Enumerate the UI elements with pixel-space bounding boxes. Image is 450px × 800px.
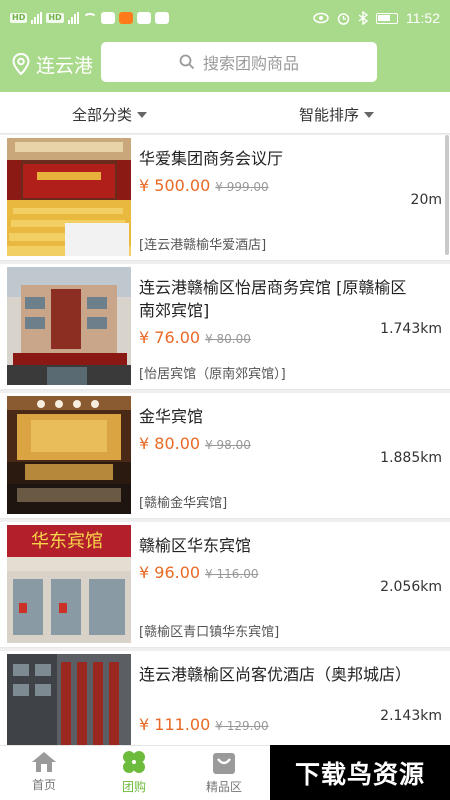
listing-name: 华爱集团商务会议厅 xyxy=(139,149,284,168)
tab-home-label: 首页 xyxy=(31,778,56,792)
clover-icon xyxy=(123,751,145,773)
clock: 11:52 xyxy=(406,10,440,26)
status-right: 11:52 xyxy=(313,10,440,26)
bag-icon xyxy=(213,753,235,774)
network-chip-2: HD xyxy=(46,13,64,23)
tab-home[interactable]: 首页 xyxy=(14,750,74,793)
listing-address: [赣榆区青口镇华东宾馆] xyxy=(139,625,280,640)
network-chip: HD xyxy=(10,13,28,23)
list-item[interactable]: 华爱集团商务会议厅 ¥ 500.00 ¥ 999.00 20m [连云港赣榆华爱… xyxy=(0,135,450,261)
location-pin-icon xyxy=(12,53,30,75)
category-filter[interactable]: 全部分类 xyxy=(72,104,148,125)
original-price: ¥ 116.00 xyxy=(205,567,259,581)
listing-thumbnail xyxy=(7,267,131,385)
price-row: ¥ 96.00 ¥ 116.00 xyxy=(139,563,259,582)
watermark: 下载鸟资源 xyxy=(270,745,450,800)
deal-list: 华爱集团商务会议厅 ¥ 500.00 ¥ 999.00 20m [连云港赣榆华爱… xyxy=(0,135,450,745)
signal-icon xyxy=(31,12,43,24)
deal-price: ¥ 76.00 xyxy=(139,328,201,347)
price-row: ¥ 111.00 ¥ 129.00 xyxy=(139,715,269,734)
distance: 1.743km xyxy=(380,321,442,337)
original-price: ¥ 98.00 xyxy=(205,438,251,452)
tab-groupbuy-label: 团购 xyxy=(121,780,146,794)
price-row: ¥ 76.00 ¥ 80.00 xyxy=(139,328,251,347)
penguin-app-icon xyxy=(154,12,169,24)
listing-name: 赣榆区华东宾馆 xyxy=(139,536,252,555)
distance: 1.885km xyxy=(380,450,442,466)
listing-thumbnail xyxy=(7,396,131,514)
price-row: ¥ 80.00 ¥ 98.00 xyxy=(139,434,251,453)
conference-hall-image xyxy=(7,138,131,256)
search-input[interactable]: 搜索团购商品 xyxy=(101,42,377,82)
dropdown-arrow-icon xyxy=(364,111,375,118)
filter-bar: 全部分类 智能排序 xyxy=(0,92,450,134)
listing-address: [赣榆金华宾馆] xyxy=(139,496,228,511)
deal-price: ¥ 96.00 xyxy=(139,563,201,582)
listing-address: [连云港赣榆华爱酒店] xyxy=(139,238,267,253)
status-bar: HD HD 11:52 xyxy=(0,0,450,36)
sort-filter-label: 智能排序 xyxy=(299,106,360,124)
hotel-sign-text: 华东宾馆 xyxy=(31,531,103,552)
original-price: ¥ 999.00 xyxy=(215,180,269,194)
alarm-icon xyxy=(337,12,350,25)
dropdown-arrow-icon xyxy=(137,111,148,118)
category-filter-label: 全部分类 xyxy=(72,106,133,124)
list-item[interactable]: 连云港赣榆区怡居商务宾馆 [原赣榆区南郊宾馆] ¥ 76.00 ¥ 80.00 … xyxy=(0,264,450,390)
deal-price: ¥ 80.00 xyxy=(139,434,201,453)
wifi-icon xyxy=(82,13,97,23)
listing-address: [怡居宾馆（原南郊宾馆）] xyxy=(139,367,286,382)
deal-price: ¥ 500.00 xyxy=(139,176,211,195)
city-name: 连云港 xyxy=(36,54,94,77)
status-left: HD HD xyxy=(10,12,169,24)
eye-icon xyxy=(313,12,329,24)
bluetooth-icon xyxy=(358,11,368,25)
distance: 2.143km xyxy=(380,708,442,724)
tab-featured-label: 精品区 xyxy=(205,780,242,794)
list-item[interactable]: 连云港赣榆区尚客优酒店（奥邦城店） ¥ 111.00 ¥ 129.00 2.14… xyxy=(0,651,450,745)
header: 连云港 搜索团购商品 xyxy=(0,36,450,92)
city-selector[interactable]: 连云港 xyxy=(12,51,93,78)
signal-icon-2 xyxy=(67,12,79,24)
home-icon xyxy=(32,752,56,772)
listing-thumbnail xyxy=(7,654,131,745)
original-price: ¥ 129.00 xyxy=(215,719,269,733)
hotel-lobby-image xyxy=(7,396,131,514)
tab-groupbuy[interactable]: 团购 xyxy=(104,750,164,795)
list-item[interactable]: 金华宾馆 ¥ 80.00 ¥ 98.00 1.885km [赣榆金华宾馆] xyxy=(0,393,450,519)
hotel-storefront-image: 华东宾馆 xyxy=(7,525,131,643)
distance: 2.056km xyxy=(380,579,442,595)
hotel-exterior-image xyxy=(7,654,131,745)
distance: 20m xyxy=(410,192,442,208)
listing-name: 连云港赣榆区怡居商务宾馆 [原赣榆区南郊宾馆] xyxy=(139,278,407,320)
bell-app-icon xyxy=(136,12,151,24)
search-icon xyxy=(179,54,195,70)
chat-app-icon xyxy=(100,12,115,24)
sort-filter[interactable]: 智能排序 xyxy=(299,104,375,125)
listing-thumbnail xyxy=(7,138,131,256)
listing-name: 金华宾馆 xyxy=(139,407,204,426)
tab-featured[interactable]: 精品区 xyxy=(194,750,254,795)
search-placeholder: 搜索团购商品 xyxy=(202,54,299,73)
scrollbar[interactable] xyxy=(445,135,449,255)
hotel-building-image xyxy=(7,267,131,385)
price-row: ¥ 500.00 ¥ 999.00 xyxy=(139,176,269,195)
battery-icon xyxy=(376,12,398,24)
deal-price: ¥ 111.00 xyxy=(139,715,211,734)
listing-thumbnail: 华东宾馆 xyxy=(7,525,131,643)
video-app-icon xyxy=(118,12,133,24)
list-item[interactable]: 华东宾馆 赣榆区华东宾馆 ¥ 96.00 ¥ 116.00 2.056km [赣… xyxy=(0,522,450,648)
listing-name: 连云港赣榆区尚客优酒店（奥邦城店） xyxy=(139,665,412,684)
original-price: ¥ 80.00 xyxy=(205,332,251,346)
